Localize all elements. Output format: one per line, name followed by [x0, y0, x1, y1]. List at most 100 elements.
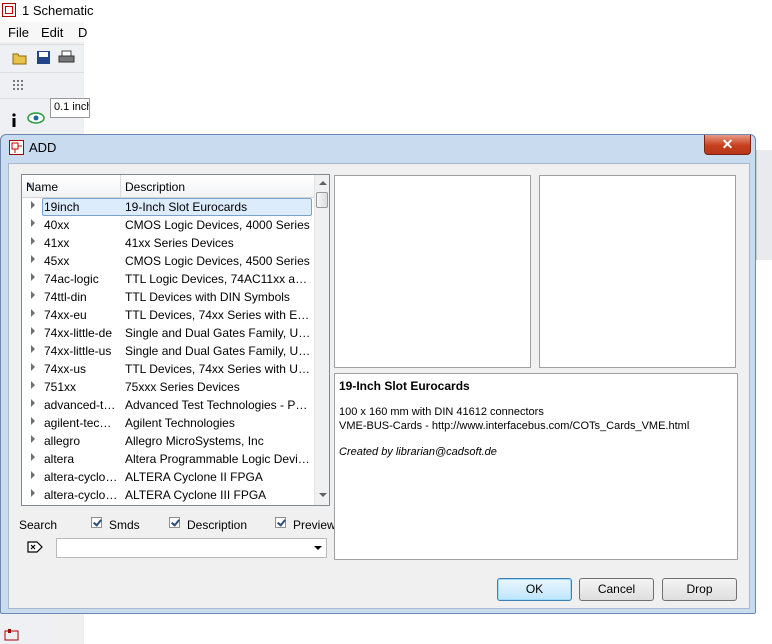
table-row[interactable]: 74ttl-din TTL Devices with DIN Symbols [22, 288, 314, 306]
grid-icon[interactable] [12, 79, 26, 93]
print-icon[interactable] [58, 50, 75, 65]
column-name-label: Name [26, 180, 59, 194]
table-row[interactable]: 74xx-us TTL Devices, 74xx Series with US … [22, 360, 314, 378]
expand-arrow-icon[interactable] [31, 453, 35, 461]
eagle-app-icon [2, 3, 16, 17]
smds-label: Smds [109, 518, 140, 532]
package-preview-pane [539, 175, 736, 368]
symbol-preview-pane [334, 175, 531, 368]
library-name: 74xx-little-us [44, 344, 112, 358]
library-description: TTL Devices, 74xx Series with European S… [125, 308, 311, 322]
search-input[interactable] [56, 538, 327, 558]
expand-arrow-icon[interactable] [31, 399, 35, 407]
library-list[interactable]: ▲ Name Description 19inch 19-Inch Slot Eu… [21, 174, 330, 506]
library-description: TTL Logic Devices, 74AC11xx and 74ACT11x… [125, 272, 311, 286]
library-name: 40xx [44, 218, 70, 232]
library-name: 751xx [44, 380, 77, 394]
table-row[interactable]: altera Altera Programmable Logic Devices [22, 450, 314, 468]
show-eye-icon[interactable] [27, 112, 45, 124]
library-description: CMOS Logic Devices, 4000 Series [125, 218, 310, 232]
background-panel-strip [756, 150, 772, 260]
library-name: 19inch [44, 200, 80, 214]
table-row[interactable]: advanced-test-technologies Advanced Test … [22, 396, 314, 414]
table-row[interactable]: 41xx 41xx Series Devices [22, 234, 314, 252]
column-description-label: Description [125, 180, 186, 194]
expand-arrow-icon[interactable] [31, 345, 35, 353]
library-description: 19-Inch Slot Eurocards [125, 200, 248, 214]
preview-checkbox[interactable] [275, 517, 286, 528]
library-name: 74ttl-din [44, 290, 87, 304]
column-description-header[interactable]: Description [121, 175, 314, 197]
expand-arrow-icon[interactable] [31, 309, 35, 317]
expand-arrow-icon[interactable] [31, 381, 35, 389]
tool-icon[interactable] [4, 628, 20, 642]
library-description: 75xxx Series Devices [125, 380, 240, 394]
drop-button[interactable]: Drop [662, 578, 737, 601]
library-name: 41xx [44, 236, 70, 250]
expand-arrow-icon[interactable] [31, 363, 35, 371]
expand-arrow-icon[interactable] [31, 219, 35, 227]
library-description: Single and Dual Gates Family, US symbols [125, 326, 311, 340]
list-scrollbar[interactable] [314, 175, 329, 505]
library-description: ALTERA Cyclone III FPGA [125, 488, 267, 502]
menu-draw[interactable]: D [78, 25, 87, 40]
library-description: CMOS Logic Devices, 4500 Series [125, 254, 310, 268]
library-name: 45xx [44, 254, 70, 268]
table-row[interactable]: 74xx-eu TTL Devices, 74xx Series with Eur… [22, 306, 314, 324]
menu-edit[interactable]: Edit [41, 25, 63, 40]
expand-arrow-icon[interactable] [31, 273, 35, 281]
menu-file[interactable]: File [8, 25, 29, 40]
expand-arrow-icon[interactable] [31, 327, 35, 335]
library-name: altera-cyclone-II [44, 470, 118, 484]
expand-arrow-icon[interactable] [31, 471, 35, 479]
dropdown-arrow-icon[interactable] [314, 546, 322, 550]
library-description: Advanced Test Technologies - Phoenix, Ar… [125, 398, 311, 412]
ok-button[interactable]: OK [497, 578, 572, 601]
bottom-toolbar [0, 614, 50, 644]
table-row[interactable]: altera-cyclone-II ALTERA Cyclone II FPGA [22, 468, 314, 486]
open-folder-icon[interactable] [12, 51, 28, 65]
cancel-button[interactable]: Cancel [579, 578, 654, 601]
library-rows: 19inch 19-Inch Slot Eurocards 40xx CMOS Log… [22, 198, 314, 504]
expand-arrow-icon[interactable] [31, 489, 35, 497]
description-checkbox[interactable] [169, 517, 180, 528]
expand-arrow-icon[interactable] [31, 255, 35, 263]
table-row[interactable]: 19inch 19-Inch Slot Eurocards [22, 198, 314, 216]
expand-arrow-icon[interactable] [31, 237, 35, 245]
expand-arrow-icon[interactable] [31, 435, 35, 443]
grid-size-field[interactable]: 0.1 inch [50, 98, 90, 118]
expand-arrow-icon[interactable] [31, 201, 35, 209]
library-name: allegro [44, 434, 81, 448]
table-row[interactable]: 40xx CMOS Logic Devices, 4000 Series [22, 216, 314, 234]
info-icon[interactable] [10, 113, 18, 127]
schematic-window-title: 1 Schematic [22, 3, 94, 18]
library-name: advanced-test-technologies [44, 398, 118, 412]
scroll-up-icon[interactable] [319, 181, 327, 185]
description-label: Description [187, 518, 248, 532]
expand-arrow-icon[interactable] [31, 291, 35, 299]
table-row[interactable]: allegro Allegro MicroSystems, Inc [22, 432, 314, 450]
library-name: 74ac-logic [44, 272, 99, 286]
info-heading: 19-Inch Slot Eurocards [339, 379, 470, 393]
dialog-title: ADD [29, 140, 57, 155]
table-row[interactable]: 74xx-little-de Single and Dual Gates Fami… [22, 324, 314, 342]
table-row[interactable]: 74ac-logic TTL Logic Devices, 74AC11xx an… [22, 270, 314, 288]
close-button[interactable]: ✕ [704, 135, 751, 155]
table-row[interactable]: altera-cyclone-III ALTERA Cyclone III FPG… [22, 486, 314, 504]
search-options: Search Smds Description Preview [19, 516, 336, 532]
info-line-1: 100 x 160 mm with DIN 41612 connectors [339, 406, 544, 418]
table-row[interactable]: 45xx CMOS Logic Devices, 4500 Series [22, 252, 314, 270]
expand-arrow-icon[interactable] [31, 417, 35, 425]
main-toolbar [0, 44, 84, 73]
search-label: Search [19, 518, 58, 532]
info-created-by: Created by librarian@cadsoft.de [339, 446, 497, 458]
smds-checkbox[interactable] [91, 517, 102, 528]
column-name-header[interactable]: ▲ Name [22, 175, 121, 197]
dialog-app-icon [9, 140, 24, 155]
table-row[interactable]: 751xx 75xxx Series Devices [22, 378, 314, 396]
scroll-thumb[interactable] [316, 192, 328, 208]
table-row[interactable]: agilent-technologies Agilent Technologies [22, 414, 314, 432]
table-row[interactable]: 74xx-little-us Single and Dual Gates Fami… [22, 342, 314, 360]
scroll-down-icon[interactable] [319, 493, 327, 497]
save-icon[interactable] [36, 50, 51, 65]
